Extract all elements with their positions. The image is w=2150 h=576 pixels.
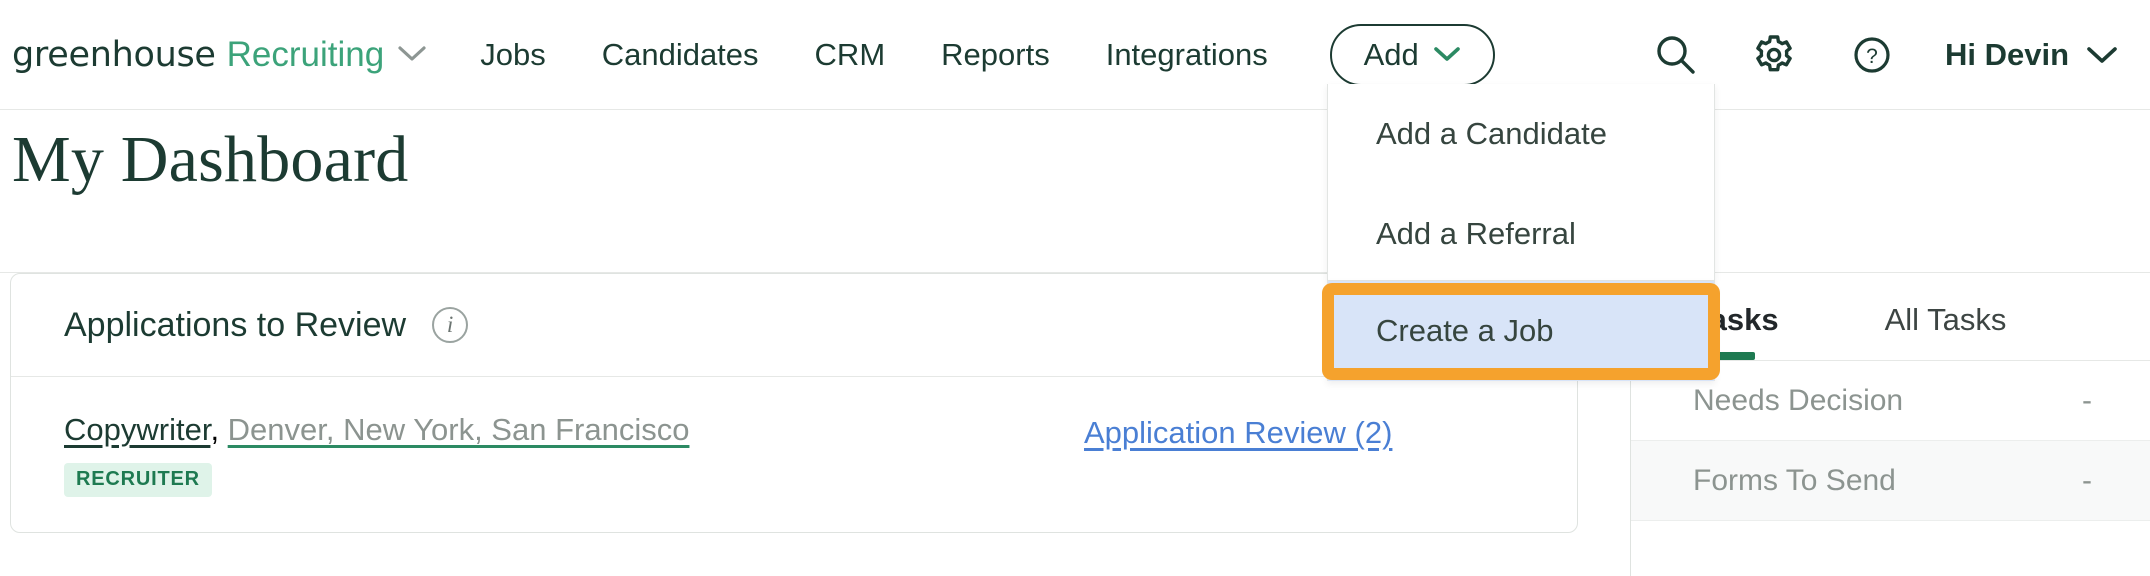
nav-item-candidates[interactable]: Candidates [602, 37, 759, 73]
chevron-down-icon[interactable] [397, 45, 427, 68]
application-review-link[interactable]: Application Review (2) [1084, 415, 1392, 450]
menu-item-add-a-referral[interactable]: Add a Referral [1328, 184, 1714, 284]
info-circle-icon[interactable]: i [432, 307, 469, 343]
menu-item-create-a-job[interactable]: Create a Job [1328, 281, 1714, 381]
nav-item-reports[interactable]: Reports [941, 37, 1050, 73]
page-title: My Dashboard [12, 123, 409, 196]
nav-item-jobs[interactable]: Jobs [480, 37, 545, 73]
task-row-forms-to-send[interactable]: Forms To Send - [1631, 441, 2150, 521]
job-name-link[interactable]: Copywriter [64, 412, 210, 447]
search-icon[interactable] [1651, 30, 1701, 80]
nav-right-icons: ? Hi Devin [1651, 30, 2118, 80]
add-dropdown-menu-bottom: Create a Job [1327, 281, 1715, 381]
brand-secondary-text: Recruiting [226, 34, 385, 74]
menu-item-add-a-candidate[interactable]: Add a Candidate [1328, 84, 1714, 184]
primary-nav-links: Jobs Candidates CRM Reports Integrations [480, 37, 1267, 73]
app-root: greenhouse Recruiting Jobs Candidates CR… [0, 0, 2150, 576]
task-label: Forms To Send [1693, 463, 1896, 497]
svg-text:?: ? [1866, 45, 1878, 68]
add-dropdown-menu: Add a Candidate Add a Referral [1327, 84, 1715, 281]
job-locations-link[interactable]: Denver, New York, San Francisco [228, 412, 690, 447]
chevron-down-icon [1433, 46, 1461, 68]
status-badge: RECRUITER [64, 463, 212, 498]
brand-logo[interactable]: greenhouse Recruiting [12, 35, 427, 75]
add-button[interactable]: Add [1329, 23, 1495, 86]
card-title: Applications to Review [64, 305, 407, 344]
table-row: Copywriter, Denver, New York, San Franci… [11, 377, 1577, 498]
nav-item-integrations[interactable]: Integrations [1106, 37, 1268, 73]
chevron-down-icon[interactable] [2086, 46, 2118, 70]
tab-all-tasks[interactable]: All Tasks [1885, 302, 2007, 360]
task-value: - [2082, 383, 2092, 417]
user-greeting[interactable]: Hi Devin [1945, 37, 2069, 73]
gear-icon[interactable] [1749, 30, 1799, 80]
row-review-cell: Application Review (2) [1084, 413, 1392, 451]
nav-item-crm[interactable]: CRM [815, 37, 886, 73]
task-value: - [2082, 463, 2092, 497]
task-label: Needs Decision [1693, 383, 1904, 417]
job-separator: , [210, 412, 228, 447]
top-navigation-bar: greenhouse Recruiting Jobs Candidates CR… [0, 0, 2150, 110]
job-line: Copywriter, Denver, New York, San Franci… [64, 412, 1084, 447]
brand-primary-text: greenhouse [12, 34, 216, 75]
row-job-cell: Copywriter, Denver, New York, San Franci… [64, 412, 1084, 498]
help-circle-icon[interactable]: ? [1847, 30, 1897, 80]
add-button-label: Add [1363, 36, 1419, 72]
